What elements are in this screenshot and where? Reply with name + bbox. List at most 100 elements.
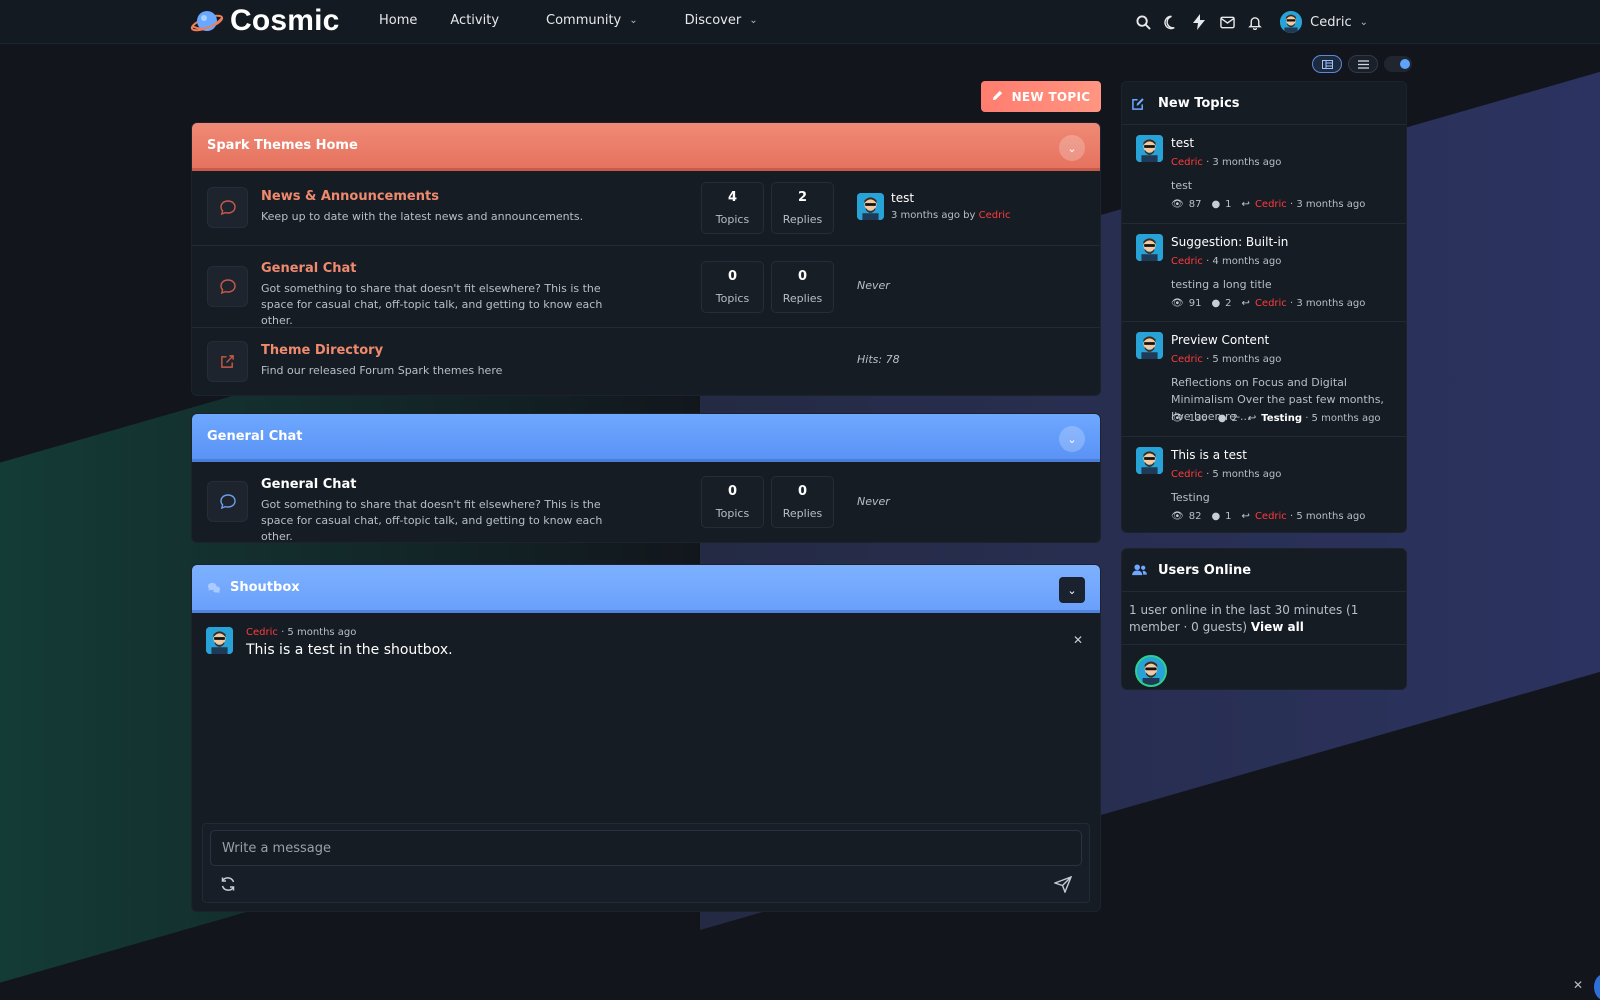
replies-stat: 2 Replies <box>771 182 834 234</box>
online-avatars <box>1122 645 1406 689</box>
users-online-panel: Users Online 1 user online in the last 3… <box>1121 548 1407 690</box>
view-count: 87 <box>1188 199 1202 210</box>
nav-home-label: Home <box>379 13 418 28</box>
new-topic-button[interactable]: NEW TOPIC <box>981 81 1101 112</box>
user-menu[interactable]: Cedric ⌄ <box>1280 11 1368 33</box>
grid-view-toggle[interactable] <box>1312 55 1342 73</box>
view-all-link[interactable]: View all <box>1251 620 1304 634</box>
users-online-text: 1 user online in the last 30 minutes (1 … <box>1129 603 1359 634</box>
replies-count: 0 <box>797 269 808 284</box>
shout-message-input[interactable] <box>210 830 1082 866</box>
topics-count: 0 <box>727 269 738 284</box>
topic-item[interactable]: Preview Content Cedric · 5 months ago Re… <box>1122 322 1406 437</box>
topics-stat: 0 Topics <box>701 261 764 313</box>
chevron-down-icon: ⌄ <box>629 15 638 26</box>
topic-title[interactable]: Suggestion: Built-in <box>1171 235 1288 249</box>
topic-title[interactable]: test <box>1171 136 1194 150</box>
avatar <box>1136 332 1163 359</box>
avatar[interactable] <box>1135 655 1167 687</box>
forum-description: Find our released Forum Spark themes her… <box>261 364 503 377</box>
category-title: Spark Themes Home <box>207 138 358 153</box>
chat-bubbles-icon <box>207 582 221 594</box>
topic-item[interactable]: Suggestion: Built-in Cedric · 4 months a… <box>1122 224 1406 322</box>
topic-time: · 5 months ago <box>1206 469 1282 480</box>
refresh-icon[interactable] <box>220 876 236 896</box>
reply-user[interactable]: Cedric <box>1255 511 1287 522</box>
topic-author[interactable]: Cedric <box>1171 354 1203 365</box>
shout-time: · 5 months ago <box>281 627 357 638</box>
shout-meta: Cedric · 5 months ago <box>246 627 453 638</box>
close-icon[interactable]: ✕ <box>1073 633 1083 647</box>
mail-icon[interactable] <box>1218 13 1236 31</box>
brand[interactable]: Cosmic <box>190 4 340 38</box>
topic-stats: 👁 91 ● 2 ↩ Cedric · 3 months ago <box>1171 298 1375 309</box>
users-icon <box>1132 562 1148 578</box>
topic-item[interactable]: test Cedric · 3 months ago test 👁 87 ● 1 ↩… <box>1122 125 1406 224</box>
last-post-never: Never <box>857 495 890 508</box>
forum-title[interactable]: General Chat <box>261 261 621 276</box>
collapse-button[interactable]: ⌄ <box>1059 577 1085 603</box>
last-post-time: 3 months ago by <box>891 210 976 221</box>
topic-author[interactable]: Cedric <box>1171 469 1203 480</box>
topic-item[interactable]: This is a test Cedric · 5 months ago Tes… <box>1122 437 1406 532</box>
table-layout-icon <box>1321 59 1333 69</box>
reply-time: · 5 months ago <box>1290 511 1366 522</box>
nav-actions: Cedric ⌄ <box>1124 11 1368 33</box>
collapse-button[interactable]: ⌄ <box>1059 426 1085 452</box>
view-count: 130 <box>1188 413 1208 424</box>
forum-title[interactable]: Theme Directory <box>261 343 621 358</box>
shout-user[interactable]: Cedric <box>246 627 278 638</box>
shout-message: Cedric · 5 months ago This is a test in … <box>206 627 453 658</box>
last-post-title[interactable]: test <box>891 191 1011 205</box>
forum-title[interactable]: News & Announcements <box>261 189 621 204</box>
topic-stats: 👁 130 ● 2 ↩ Testing · 5 months ago <box>1171 413 1391 424</box>
send-icon[interactable] <box>1052 875 1073 897</box>
avatar <box>1136 447 1163 474</box>
top-navbar: Cosmic Home Activity Community ⌄ Discover… <box>0 0 1600 44</box>
nav-discover[interactable]: Discover ⌄ <box>685 13 758 28</box>
forum-title[interactable]: General Chat <box>261 477 621 492</box>
topic-author[interactable]: Cedric <box>1171 157 1203 168</box>
nav-home[interactable]: Home <box>379 13 417 28</box>
topic-meta: Cedric · 5 months ago <box>1171 469 1281 480</box>
eye-icon: 👁 <box>1171 511 1184 522</box>
pencil-icon <box>992 90 1003 104</box>
chat-launcher-button[interactable] <box>1594 974 1600 1000</box>
new-topic-label: NEW TOPIC <box>1011 89 1091 104</box>
topic-title[interactable]: Preview Content <box>1171 333 1269 347</box>
forum-row: General Chat Got something to share that… <box>192 462 1100 542</box>
main-nav: Home Activity Community ⌄ Discover ⌄ <box>379 13 758 28</box>
comment-icon: ● <box>1211 199 1221 210</box>
search-icon[interactable] <box>1134 13 1152 31</box>
topic-title[interactable]: This is a test <box>1171 448 1247 462</box>
new-topics-header: New Topics <box>1122 82 1406 125</box>
chat-bubble-icon <box>207 187 248 228</box>
reply-user[interactable]: Cedric <box>1255 199 1287 210</box>
topics-label: Topics <box>715 292 750 305</box>
reply-time: · 3 months ago <box>1290 199 1366 210</box>
reply-user[interactable]: Testing <box>1261 413 1302 424</box>
bell-icon[interactable] <box>1246 13 1264 31</box>
list-view-toggle[interactable] <box>1348 55 1378 73</box>
forum-info: General Chat Got something to share that… <box>261 477 621 542</box>
nav-community[interactable]: Community ⌄ <box>546 13 638 28</box>
collapse-button[interactable]: ⌄ <box>1059 135 1085 161</box>
comment-count: 2 <box>1225 298 1232 309</box>
replies-label: Replies <box>782 292 823 305</box>
topic-author[interactable]: Cedric <box>1171 256 1203 267</box>
topics-label: Topics <box>715 507 750 520</box>
theme-switch[interactable] <box>1384 56 1412 72</box>
forum-info: General Chat Got something to share that… <box>261 261 621 329</box>
list-icon <box>1357 59 1369 69</box>
eye-icon: 👁 <box>1171 199 1184 210</box>
topics-label: Topics <box>715 213 750 226</box>
last-post-user[interactable]: Cedric <box>979 210 1011 221</box>
topic-time: · 5 months ago <box>1206 354 1282 365</box>
comment-icon: ● <box>1217 413 1227 424</box>
nav-activity[interactable]: Activity <box>450 13 499 28</box>
reply-user[interactable]: Cedric <box>1255 298 1287 309</box>
lightning-icon[interactable] <box>1190 13 1208 31</box>
topics-count: 0 <box>727 484 738 499</box>
moon-icon[interactable] <box>1162 13 1180 31</box>
close-icon[interactable]: ✕ <box>1573 978 1583 992</box>
